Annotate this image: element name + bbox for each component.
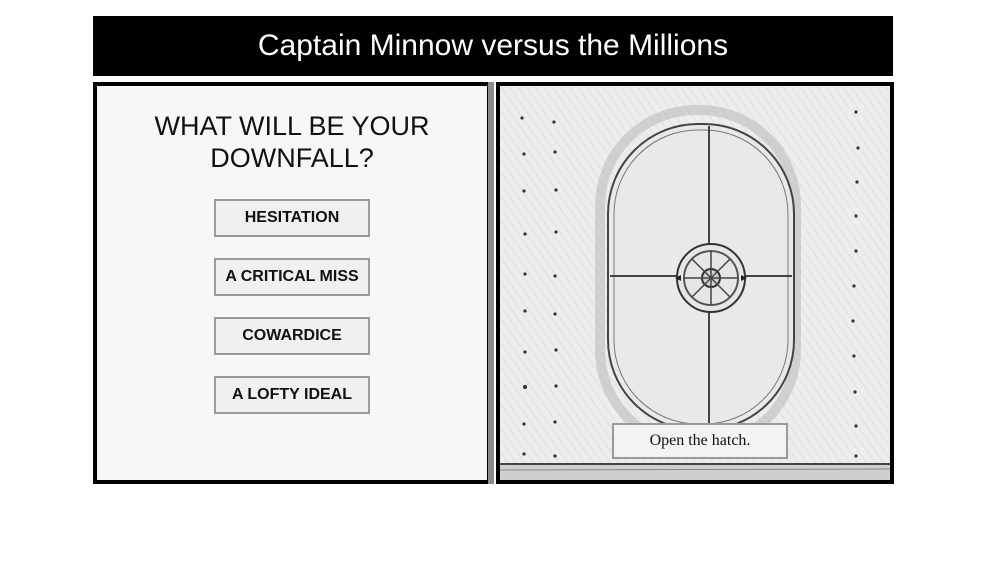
panel-divider (488, 82, 494, 484)
choice-lofty-ideal-button[interactable]: A LOFTY IDEAL (214, 376, 370, 414)
hatch-illustration (500, 86, 890, 480)
choice-list: HESITATION A CRITICAL MISS COWARDICE A L… (97, 199, 487, 435)
title-bar: Captain Minnow versus the Millions (93, 16, 893, 76)
choice-cowardice-button[interactable]: COWARDICE (214, 317, 370, 355)
choice-hesitation-button[interactable]: HESITATION (214, 199, 370, 237)
scene-panel: Open the hatch. (496, 82, 894, 484)
choice-critical-miss-button[interactable]: A CRITICAL MISS (214, 258, 370, 296)
game-title: Captain Minnow versus the Millions (257, 29, 729, 62)
open-hatch-button[interactable]: Open the hatch. (612, 423, 788, 459)
question-text: WHAT WILL BE YOUR DOWNFALL? (154, 111, 430, 173)
choice-panel: WHAT WILL BE YOUR DOWNFALL? HESITATION A… (93, 82, 491, 484)
